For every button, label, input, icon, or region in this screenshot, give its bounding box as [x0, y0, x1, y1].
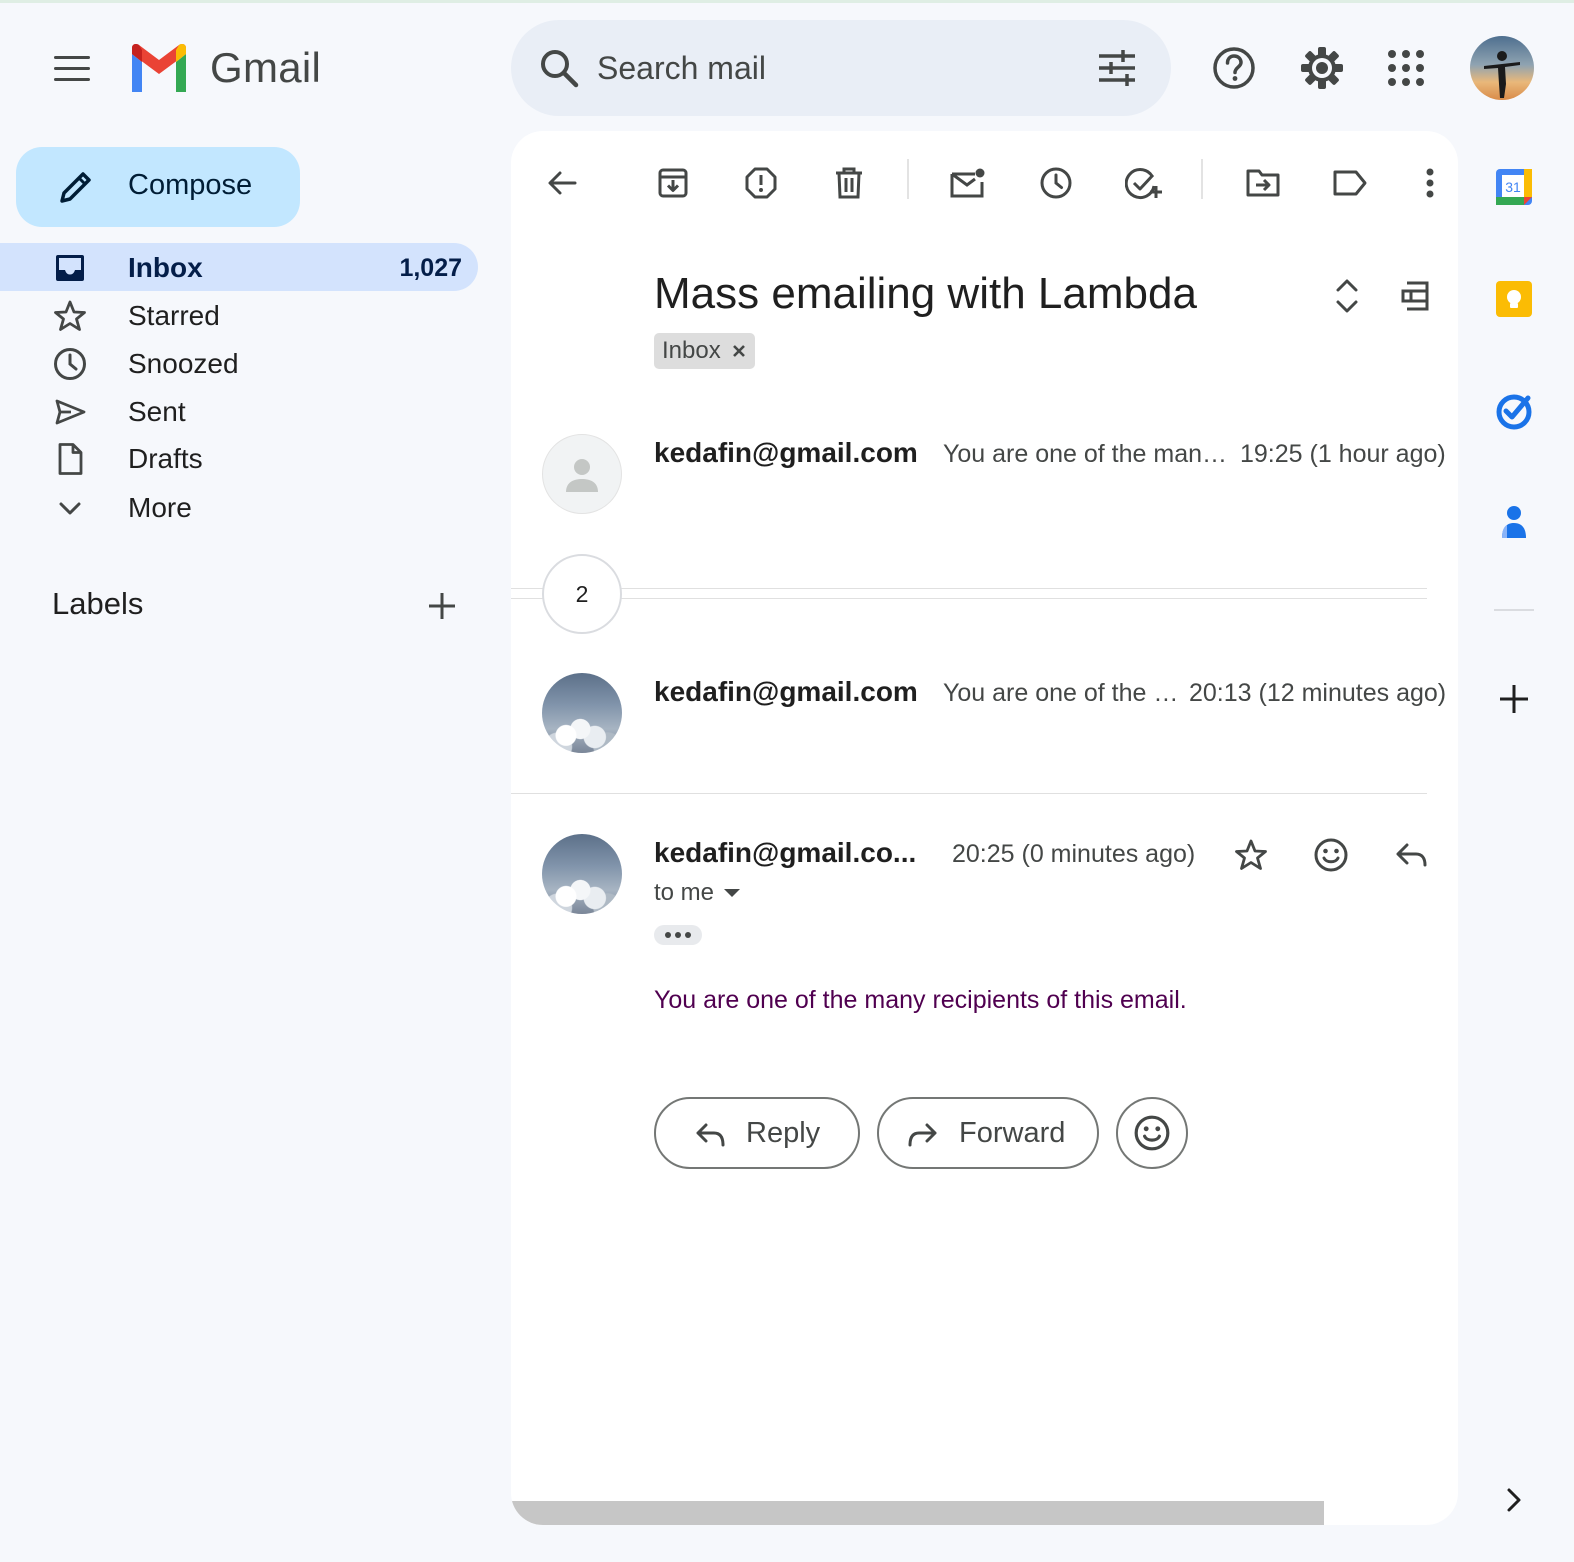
rail-divider — [1494, 609, 1534, 611]
sidebar-item-sent[interactable]: Sent — [0, 387, 478, 435]
move-to-folder-icon[interactable] — [1239, 159, 1287, 207]
label-tag-icon[interactable] — [1326, 159, 1374, 207]
account-avatar[interactable] — [1470, 36, 1534, 100]
sidebar-item-label: Snoozed — [128, 348, 239, 379]
reply-label: Reply — [746, 1117, 821, 1149]
search-icon[interactable] — [537, 46, 581, 90]
recipient-label: to me — [654, 879, 715, 906]
google-calendar-icon[interactable]: 31 — [1492, 165, 1536, 209]
send-icon — [52, 394, 88, 430]
message-time: 20:25 (0 minutes ago) — [952, 840, 1196, 868]
add-to-tasks-icon[interactable] — [1120, 159, 1168, 207]
message-body: You are one of the many recipients of th… — [654, 986, 1187, 1014]
reply-arrow-icon[interactable] — [1389, 833, 1433, 877]
google-contacts-icon[interactable] — [1492, 500, 1536, 544]
sidebar-item-snoozed[interactable]: Snoozed — [0, 339, 478, 387]
mark-unread-icon[interactable] — [944, 159, 992, 207]
star-icon — [52, 298, 88, 334]
help-icon[interactable] — [1208, 42, 1260, 94]
collapsed-line — [511, 598, 1427, 599]
emoji-reaction-icon[interactable] — [1309, 833, 1353, 877]
sidebar-item-starred[interactable]: Starred — [0, 291, 478, 339]
report-spam-icon[interactable] — [737, 159, 785, 207]
emoji-icon — [1134, 1115, 1170, 1151]
hidden-messages-count[interactable]: 2 — [542, 554, 622, 634]
google-keep-icon[interactable] — [1492, 277, 1536, 321]
more-options-vertical-icon[interactable] — [1406, 159, 1454, 207]
sidebar-item-inbox[interactable]: Inbox 1,027 — [0, 243, 478, 291]
archive-icon[interactable] — [649, 159, 697, 207]
reply-button[interactable]: Reply — [654, 1097, 860, 1169]
sender-avatar-photo — [542, 834, 622, 914]
print-all-icon[interactable] — [1393, 274, 1437, 318]
forward-button[interactable]: Forward — [877, 1097, 1099, 1169]
sidebar-item-label: Sent — [128, 396, 186, 427]
message-sender[interactable]: kedafin@gmail.com — [654, 437, 918, 469]
pencil-icon — [60, 172, 91, 203]
gmail-m-icon — [132, 44, 186, 92]
message-time: 20:13 (12 minutes ago) — [1189, 679, 1447, 707]
add-label-plus-icon[interactable] — [420, 584, 464, 628]
google-tasks-icon[interactable] — [1492, 388, 1536, 432]
message-time: 19:25 (1 hour ago) — [1240, 440, 1446, 468]
sidebar-item-drafts[interactable]: Drafts — [0, 434, 478, 482]
compose-label: Compose — [128, 169, 253, 201]
expand-all-icon[interactable] — [1325, 274, 1369, 318]
sender-avatar-photo — [542, 673, 622, 753]
main-menu-button[interactable] — [44, 44, 100, 92]
message-sender[interactable]: kedafin@gmail.co... — [654, 837, 916, 869]
remove-label-close-icon[interactable] — [731, 343, 747, 359]
caret-down-icon — [724, 889, 741, 897]
sidebar-item-more[interactable]: More — [0, 483, 478, 531]
sidebar-item-label: Inbox — [128, 252, 203, 283]
top-border — [0, 0, 1574, 3]
settings-gear-icon[interactable] — [1296, 42, 1348, 94]
toolbar-divider — [1201, 159, 1203, 199]
search-input[interactable] — [597, 44, 1057, 92]
inbox-icon — [52, 250, 88, 286]
chevron-down-icon — [52, 490, 88, 526]
forward-arrow-icon — [908, 1123, 937, 1147]
google-apps-icon[interactable] — [1380, 42, 1432, 94]
labels-heading: Labels — [52, 586, 144, 621]
show-side-panel-chevron-icon[interactable] — [1492, 1478, 1536, 1522]
gmail-logo[interactable]: Gmail — [128, 40, 321, 96]
sender-avatar-default — [542, 434, 622, 514]
thread-subject: Mass emailing with Lambda — [654, 269, 1197, 318]
add-reaction-button[interactable] — [1116, 1097, 1188, 1169]
trash-icon[interactable] — [825, 159, 873, 207]
clock-icon — [52, 346, 88, 382]
message-snippet[interactable]: You are one of the many recipients of th… — [943, 679, 1188, 708]
sidebar-item-label: More — [128, 492, 192, 523]
person-placeholder-icon — [566, 459, 598, 492]
message-panel: Mass emailing with Lambda Inbox kedafin@… — [511, 131, 1458, 1525]
horizontal-scrollbar[interactable] — [511, 1501, 1324, 1525]
message-divider — [511, 793, 1427, 794]
back-arrow-icon[interactable] — [538, 159, 586, 207]
compose-button[interactable]: Compose — [16, 147, 300, 227]
search-options-icon[interactable] — [1093, 44, 1141, 92]
message-snippet[interactable]: You are one of the many recipients of th… — [943, 440, 1239, 469]
chip-label: Inbox — [662, 337, 721, 364]
gmail-wordmark: Gmail — [210, 44, 322, 91]
get-addons-plus-icon[interactable] — [1492, 677, 1536, 721]
sidebar-item-label: Starred — [128, 300, 220, 331]
star-icon[interactable] — [1229, 833, 1273, 877]
snooze-clock-icon[interactable] — [1032, 159, 1080, 207]
message-sender[interactable]: kedafin@gmail.com — [654, 676, 918, 708]
search-bar[interactable] — [511, 20, 1171, 116]
inbox-label-chip: Inbox — [654, 333, 755, 369]
collapsed-line — [511, 588, 1427, 589]
calendar-day: 31 — [1505, 179, 1521, 195]
reply-arrow-icon — [696, 1123, 725, 1147]
person-silhouette-icon — [1484, 51, 1520, 98]
sidebar-item-label: Drafts — [128, 443, 203, 474]
show-trimmed-content-button[interactable] — [654, 925, 702, 945]
draft-icon — [52, 441, 88, 477]
unread-count: 1,027 — [399, 254, 462, 282]
recipient-details-toggle[interactable]: to me — [654, 879, 741, 907]
forward-label: Forward — [959, 1117, 1066, 1149]
toolbar-divider — [907, 159, 909, 199]
